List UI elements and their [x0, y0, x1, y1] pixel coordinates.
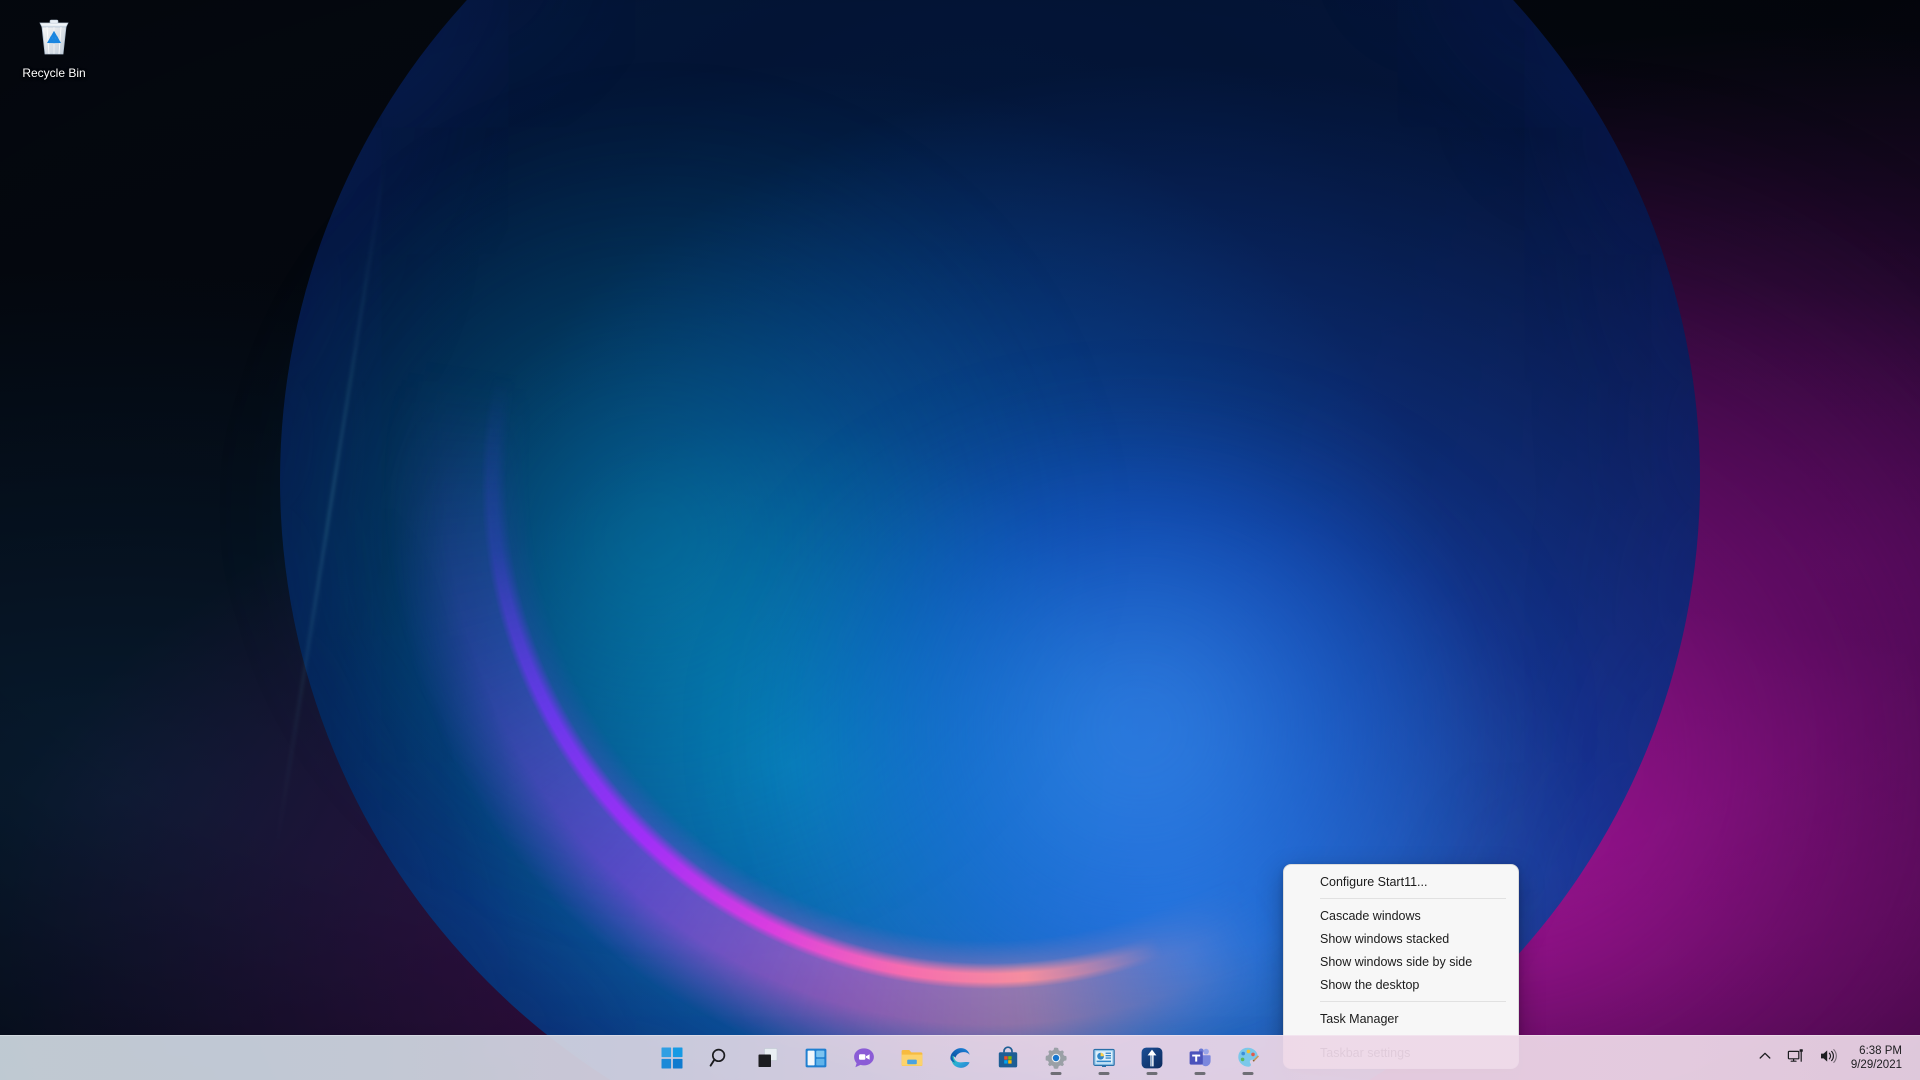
desktop-icon-label: Recycle Bin — [22, 66, 86, 80]
chevron-up-icon — [1757, 1048, 1773, 1069]
menu-item-show-windows-side-by-side[interactable]: Show windows side by side — [1284, 950, 1518, 973]
paint-palette-icon — [1236, 1046, 1260, 1070]
tray-volume-button[interactable] — [1813, 1040, 1843, 1076]
menu-item-show-windows-stacked[interactable]: Show windows stacked — [1284, 927, 1518, 950]
taskbar-button-file-explorer[interactable] — [892, 1038, 932, 1078]
taskbar-button-settings[interactable] — [1036, 1038, 1076, 1078]
folder-icon — [900, 1046, 924, 1070]
menu-separator — [1320, 1001, 1506, 1002]
tray-network-button[interactable] — [1781, 1040, 1811, 1076]
desktop-icon-grid: Recycle Bin — [0, 0, 108, 90]
menu-item-show-the-desktop[interactable]: Show the desktop — [1284, 973, 1518, 996]
start11-icon — [1140, 1046, 1164, 1070]
menu-item-task-manager[interactable]: Task Manager — [1284, 1007, 1518, 1030]
menu-item-label: Show windows stacked — [1320, 931, 1450, 946]
taskbar-pinned-apps — [652, 1036, 1268, 1080]
menu-item-label: Configure Start11... — [1320, 874, 1428, 889]
desktop-screen: Recycle Bin Configure Start11... Cascade… — [0, 0, 1920, 1080]
desktop-wallpaper[interactable] — [0, 0, 1920, 1080]
menu-separator — [1320, 898, 1506, 899]
taskbar-button-microsoft-teams[interactable] — [1180, 1038, 1220, 1078]
edge-icon — [948, 1046, 972, 1070]
taskbar-button-start11[interactable] — [1132, 1038, 1172, 1078]
running-indicator — [1194, 1072, 1206, 1075]
system-tray: 6:38 PM 9/29/2021 — [1751, 1036, 1920, 1080]
task-view-icon — [756, 1046, 780, 1070]
taskbar-button-task-view[interactable] — [748, 1038, 788, 1078]
windows-logo-icon — [660, 1046, 684, 1070]
widgets-icon — [804, 1046, 828, 1070]
running-indicator — [1146, 1072, 1158, 1075]
search-icon — [708, 1046, 732, 1070]
presentation-icon — [1092, 1046, 1116, 1070]
gear-icon — [1044, 1046, 1068, 1070]
store-bag-icon — [996, 1046, 1020, 1070]
teams-icon — [1188, 1046, 1212, 1070]
tray-show-hidden-icons-button[interactable] — [1751, 1040, 1779, 1076]
menu-item-configure-start11[interactable]: Configure Start11... — [1284, 870, 1518, 893]
taskbar-button-presentation[interactable] — [1084, 1038, 1124, 1078]
taskbar-button-chat[interactable] — [844, 1038, 884, 1078]
taskbar[interactable]: 6:38 PM 9/29/2021 — [0, 1035, 1920, 1080]
tray-clock[interactable]: 6:38 PM 9/29/2021 — [1845, 1040, 1912, 1076]
menu-item-label: Show the desktop — [1320, 977, 1420, 992]
running-indicator — [1098, 1072, 1110, 1075]
taskbar-button-microsoft-store[interactable] — [988, 1038, 1028, 1078]
taskbar-button-start[interactable] — [652, 1038, 692, 1078]
desktop-icon-recycle-bin[interactable]: Recycle Bin — [6, 6, 102, 84]
menu-item-label: Task Manager — [1320, 1011, 1399, 1026]
taskbar-button-microsoft-edge[interactable] — [940, 1038, 980, 1078]
menu-item-cascade-windows[interactable]: Cascade windows — [1284, 904, 1518, 927]
taskbar-button-widgets[interactable] — [796, 1038, 836, 1078]
clock-time: 6:38 PM — [1859, 1045, 1902, 1057]
clock-date: 9/29/2021 — [1850, 1059, 1902, 1071]
recycle-bin-icon — [30, 12, 78, 60]
running-indicator — [1242, 1072, 1254, 1075]
running-indicator — [1050, 1072, 1062, 1075]
taskbar-button-paint[interactable] — [1228, 1038, 1268, 1078]
menu-item-label: Cascade windows — [1320, 908, 1421, 923]
speaker-icon — [1819, 1047, 1837, 1070]
wallpaper-vignette — [0, 0, 1920, 1080]
menu-item-label: Show windows side by side — [1320, 954, 1473, 969]
network-monitor-icon — [1787, 1047, 1805, 1070]
taskbar-button-search[interactable] — [700, 1038, 740, 1078]
chat-icon — [852, 1046, 876, 1070]
